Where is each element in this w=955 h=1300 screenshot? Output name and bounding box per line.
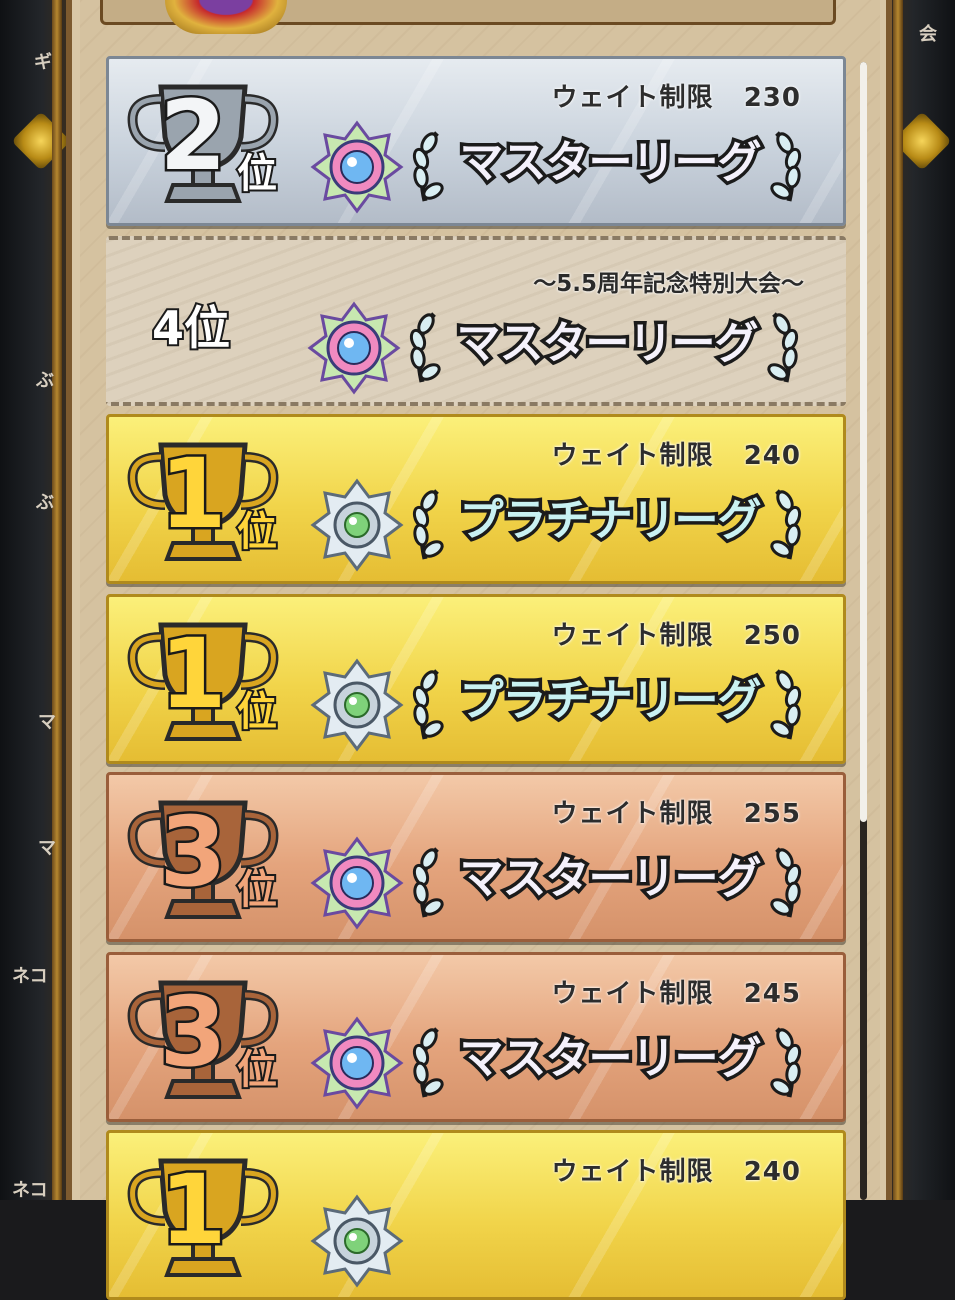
side-text: ギ <box>34 52 52 73</box>
laurel-icon <box>760 308 804 388</box>
weight-label: ウェイト制限 <box>551 979 714 1009</box>
rank-suffix: 位 <box>235 507 279 557</box>
weight-label: ウェイト制限 <box>551 799 714 829</box>
weight-limit: ウェイト制限 255 <box>552 793 801 830</box>
rank-suffix: 位 <box>235 865 279 915</box>
ranking-card[interactable]: 3 位 ウェイト制限 255 マスターリーグ <box>106 772 846 942</box>
weight-label: ウェイト制限 <box>551 621 714 651</box>
league-name: マスターリーグ <box>456 134 765 192</box>
master-league-emblem-icon <box>309 119 405 215</box>
laurel-icon <box>763 485 807 565</box>
weight-value: 230 <box>743 83 801 113</box>
league-name: プラチナリーグ <box>456 672 765 730</box>
ranking-card[interactable]: 2 位 ウェイト制限 230 マスターリーグ <box>106 56 846 226</box>
ranking-card[interactable]: 4位 ～5.5周年記念特別大会～ マスターリーグ <box>106 236 846 406</box>
rank-suffix: 位 <box>235 149 279 199</box>
league-badge: マスターリーグ <box>407 843 807 923</box>
side-text: 会 <box>919 24 937 45</box>
league-badge: マスターリーグ <box>404 308 804 388</box>
weight-label: ウェイト制限 <box>551 1157 714 1187</box>
league-badge: プラチナリーグ <box>407 485 807 565</box>
background-left: ギ ぶ ぶ マ マ ネコ ネコ <box>0 0 71 1201</box>
side-text: ネコ <box>12 1180 48 1201</box>
side-text: ネコ <box>12 966 48 987</box>
crest-icon <box>165 0 287 34</box>
weight-limit: ウェイト制限 245 <box>552 973 801 1010</box>
league-badge: マスターリーグ <box>407 127 807 207</box>
rank-number: 1 <box>157 437 229 552</box>
weight-limit: ウェイト制限 240 <box>552 435 801 472</box>
weight-limit: ウェイト制限 230 <box>552 77 801 114</box>
weight-value: 250 <box>743 621 801 651</box>
platinum-league-emblem-icon <box>309 477 405 573</box>
rank-number: 3 <box>157 975 229 1090</box>
league-name: マスターリーグ <box>453 315 762 373</box>
league-name: マスターリーグ <box>456 1030 765 1088</box>
league-badge: マスターリーグ <box>407 1023 807 1103</box>
weight-value: 255 <box>743 799 801 829</box>
laurel-icon <box>763 665 807 745</box>
master-league-emblem-icon <box>309 835 405 931</box>
league-name: マスターリーグ <box>456 850 765 908</box>
weight-value: 240 <box>743 441 801 471</box>
rank-label: 4位 <box>150 299 232 357</box>
scrollbar-thumb[interactable] <box>860 62 867 822</box>
side-text: マ <box>38 712 56 733</box>
weight-label: ウェイト制限 <box>551 83 714 113</box>
weight-limit: ウェイト制限 250 <box>552 615 801 652</box>
weight-value: 245 <box>743 979 801 1009</box>
laurel-icon <box>763 843 807 923</box>
pole-right <box>893 0 903 1200</box>
ranking-card[interactable]: 1 位 ウェイト制限 250 プラチナリーグ <box>106 594 846 764</box>
side-text: マ <box>38 838 56 859</box>
background-right: 会 <box>885 0 955 1200</box>
pole-left <box>52 0 62 1200</box>
weight-label: ウェイト制限 <box>551 441 714 471</box>
rank-number: 1 <box>157 617 229 732</box>
weight-value: 240 <box>743 1157 801 1187</box>
master-league-emblem-icon <box>306 300 402 396</box>
league-badge: プラチナリーグ <box>407 665 807 745</box>
ranking-card[interactable]: 3 位 ウェイト制限 245 マスターリーグ <box>106 952 846 1122</box>
platinum-league-emblem-icon <box>309 1193 405 1289</box>
rank-number: 3 <box>157 795 229 910</box>
ranking-card[interactable]: 1 位 ウェイト制限 240 プラチナリーグ <box>106 414 846 584</box>
league-name: プラチナリーグ <box>456 492 765 550</box>
side-text: ぶ <box>36 370 54 391</box>
side-text: ぶ <box>36 492 54 513</box>
rank-number: 2 <box>157 79 229 194</box>
rank-number: 1 <box>157 1153 229 1268</box>
master-league-emblem-icon <box>309 1015 405 1111</box>
rank-suffix: 位 <box>235 687 279 737</box>
ranking-card[interactable]: 1 ウェイト制限 240 <box>106 1130 846 1300</box>
weight-limit: ウェイト制限 240 <box>552 1151 801 1188</box>
event-subtitle: ～5.5周年記念特別大会～ <box>533 271 804 297</box>
laurel-icon <box>763 127 807 207</box>
rank-suffix: 位 <box>235 1045 279 1095</box>
laurel-icon <box>763 1023 807 1103</box>
platinum-league-emblem-icon <box>309 657 405 753</box>
